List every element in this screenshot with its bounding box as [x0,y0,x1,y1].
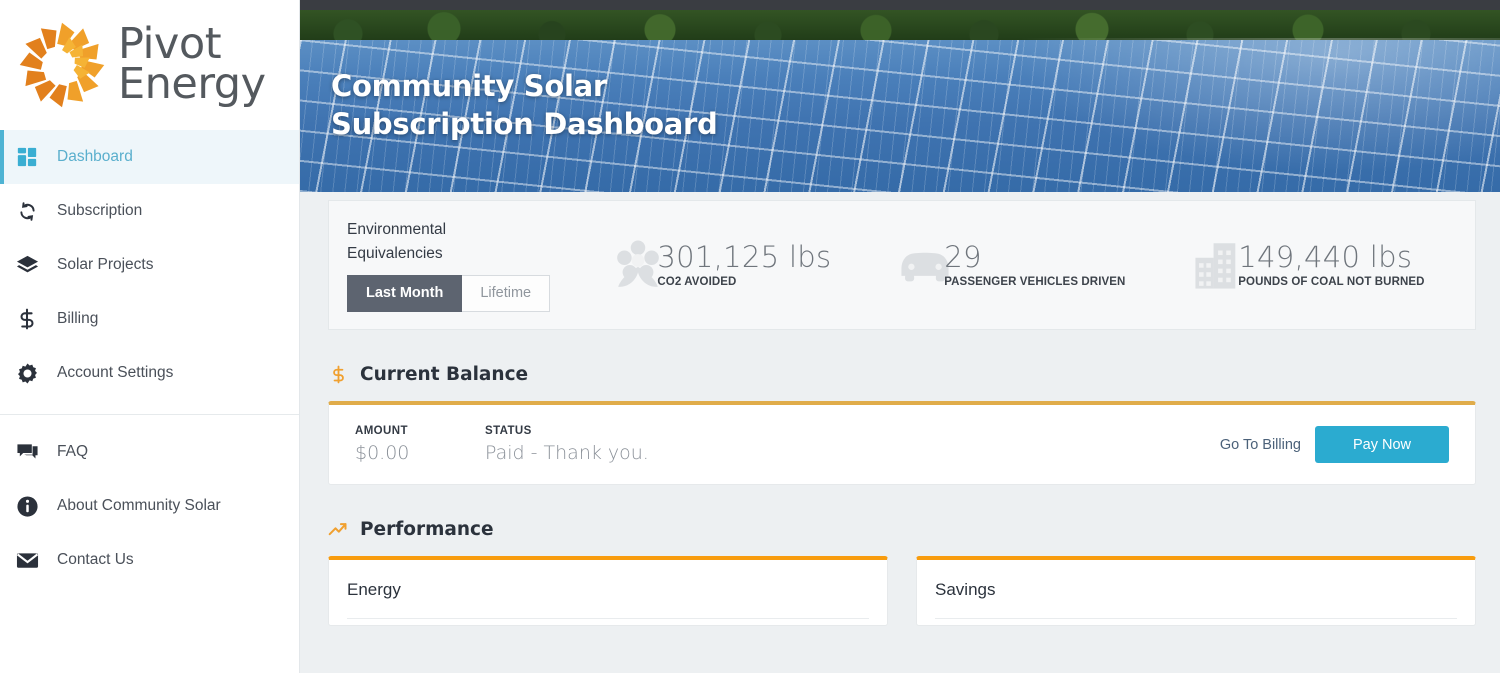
sidebar-item-label: Billing [57,310,99,327]
sidebar-item-solar-projects[interactable]: Solar Projects [0,238,299,292]
metric-coal-not-burned: 149,440 lbs POUNDS OF COAL NOT BURNED [1190,236,1424,294]
section-title: Performance [360,519,494,540]
sidebar-item-dashboard[interactable]: Dashboard [0,130,299,184]
chat-bubbles-icon [14,439,40,465]
trending-up-icon [328,520,348,540]
metric-value: 301,125 lbs [657,240,832,275]
balance-status-value: Paid - Thank you. [485,442,649,464]
brand-wordmark: Pivot Energy [118,23,266,109]
pinwheel-sun-icon [14,17,110,113]
sidebar-item-label: FAQ [57,443,89,460]
sidebar-divider [0,414,299,415]
pay-now-button[interactable]: Pay Now [1314,426,1449,463]
envelope-icon [14,547,40,573]
balance-actions: Go To Billing Pay Now [1220,426,1449,463]
metric-body: 149,440 lbs POUNDS OF COAL NOT BURNED [1238,240,1425,288]
page-title-line2: Subscription Dashboard [331,106,718,141]
balance-status-label: STATUS [485,425,532,437]
env-title-line1: Environmental [347,221,447,239]
layers-stack-icon [14,252,40,278]
sidebar-item-label: Contact Us [57,551,134,568]
card-title: Energy [347,580,869,619]
sidebar: Pivot Energy Dashboard Subscription Sola… [0,0,300,673]
metric-passenger-vehicles: 29 PASSENGER VEHICLES DRIVEN [896,236,1125,294]
sidebar-item-label: About Community Solar [57,497,221,514]
performance-card-energy: Energy [328,556,888,626]
grid-dashboard-icon [14,144,40,170]
metric-label: PASSENGER VEHICLES DRIVEN [944,275,1126,288]
primary-nav: Dashboard Subscription Solar Projects Bi… [0,130,299,587]
sync-refresh-icon [14,198,40,224]
current-balance-heading: Current Balance [328,364,1476,385]
env-metrics: 301,125 lbs CO2 AVOIDED 29 PASSENGER VEH… [567,236,1457,294]
sidebar-item-subscription[interactable]: Subscription [0,184,299,238]
metric-body: 29 PASSENGER VEHICLES DRIVEN [944,240,1126,288]
metric-co2-avoided: 301,125 lbs CO2 AVOIDED [609,236,831,294]
sidebar-item-faq[interactable]: FAQ [0,425,299,479]
sidebar-item-billing[interactable]: Billing [0,292,299,346]
performance-cards-row: Energy Savings [328,556,1476,626]
sidebar-item-label: Account Settings [57,364,174,381]
info-circle-icon [14,493,40,519]
balance-amount-label: AMOUNT [355,425,408,437]
go-to-billing-link[interactable]: Go To Billing [1220,437,1301,453]
balance-amount-value: $0.00 [355,442,410,464]
section-title: Current Balance [360,364,529,385]
card-title: Savings [935,580,1457,619]
metric-value: 29 [944,240,982,275]
brand-logo[interactable]: Pivot Energy [0,0,299,130]
metric-label: POUNDS OF COAL NOT BURNED [1238,275,1425,288]
gear-icon [14,360,40,386]
brand-name-line2: Energy [118,59,266,109]
sidebar-item-about-community-solar[interactable]: About Community Solar [0,479,299,533]
sidebar-item-label: Solar Projects [57,256,154,273]
sidebar-item-label: Subscription [57,202,143,219]
dollar-sign-icon [328,365,348,385]
metric-label: CO2 AVOIDED [657,275,737,288]
page-title: Community Solar Subscription Dashboard [331,68,718,143]
env-left: Environmental Equivalencies Last Month L… [347,218,567,312]
toggle-lifetime[interactable]: Lifetime [462,274,551,312]
env-card-title: Environmental Equivalencies [347,218,567,265]
dashboard-app: Pivot Energy Dashboard Subscription Sola… [0,0,1500,673]
content-area: Environmental Equivalencies Last Month L… [300,200,1500,626]
metric-value: 149,440 lbs [1238,240,1413,275]
period-toggle-group: Last Month Lifetime [347,274,567,312]
env-title-line2: Equivalencies [347,244,443,262]
toggle-last-month[interactable]: Last Month [347,274,463,312]
balance-amount-field: AMOUNT $0.00 [355,425,485,464]
metric-body: 301,125 lbs CO2 AVOIDED [657,240,832,288]
sidebar-item-contact-us[interactable]: Contact Us [0,533,299,587]
hero-treeline [300,10,1500,44]
environmental-equivalencies-card: Environmental Equivalencies Last Month L… [328,200,1476,330]
main-content: Community Solar Subscription Dashboard E… [300,0,1500,673]
balance-status-field: STATUS Paid - Thank you. [485,425,785,464]
sidebar-item-label: Dashboard [57,148,133,165]
page-title-line1: Community Solar [331,69,607,103]
performance-heading: Performance [328,519,1476,540]
current-balance-card: AMOUNT $0.00 STATUS Paid - Thank you. Go… [328,401,1476,485]
performance-card-savings: Savings [916,556,1476,626]
dollar-sign-icon [14,306,40,332]
sidebar-item-account-settings[interactable]: Account Settings [0,346,299,400]
hero-banner: Community Solar Subscription Dashboard [300,0,1500,192]
